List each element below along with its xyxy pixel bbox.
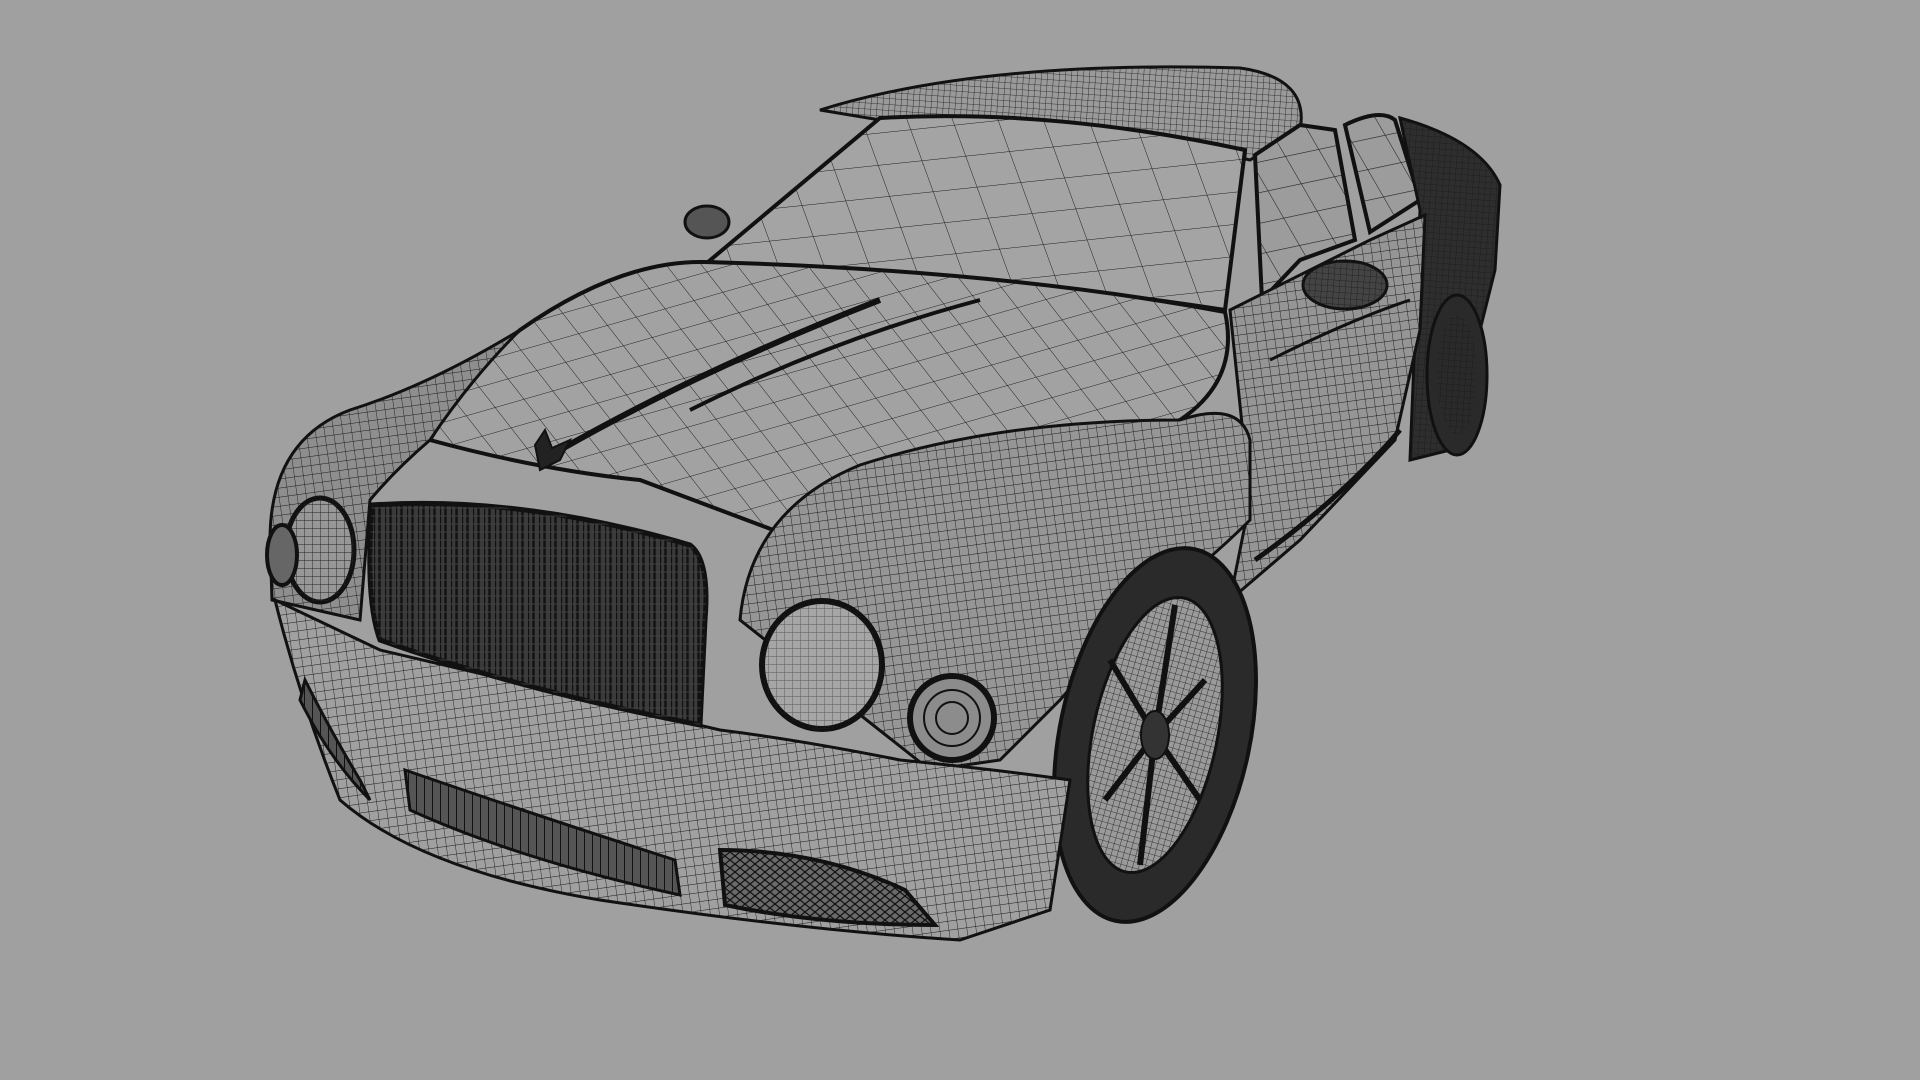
3d-viewport[interactable]	[0, 0, 1920, 1080]
car-wireframe-model[interactable]	[0, 0, 1920, 1080]
rear-wheel-mesh	[1425, 293, 1489, 457]
